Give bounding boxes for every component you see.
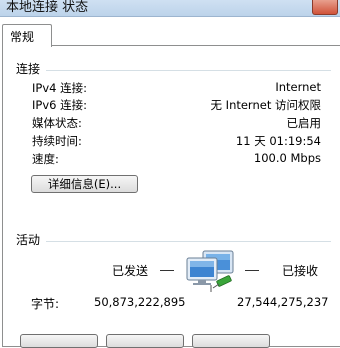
ipv6-label: IPv6 连接: [32,98,87,112]
disable-button[interactable] [106,334,184,348]
diagnose-button[interactable] [192,334,270,348]
duration-value: 11 天 01:19:54 [235,134,321,148]
media-state-value: 已启用 [286,116,322,130]
ipv6-value: 无 Internet 访问权限 [210,98,321,112]
properties-button[interactable] [20,334,98,348]
ipv4-label: IPv4 连接: [32,81,87,95]
ipv4-value: Internet [275,80,321,94]
sent-dash [160,270,174,271]
speed-value: 100.0 Mbps [253,151,321,165]
bytes-sent-value: 50,873,222,895 [94,295,186,309]
close-button[interactable] [312,0,338,15]
activity-separator [46,241,331,242]
bytes-label: 字节: [31,297,60,311]
details-button[interactable]: 详细信息(E)... [31,175,138,193]
activity-section-title: 活动 [16,233,41,247]
duration-label: 持续时间: [32,134,82,148]
network-activity-icon [186,250,234,292]
title-bar: 本地连接 状态 [0,0,340,17]
connection-separator [46,70,331,71]
tab-general[interactable]: 常规 [2,24,52,47]
bytes-received-value: 27,544,275,237 [237,295,329,309]
speed-label: 速度: [32,152,59,166]
sent-label: 已发送 [112,264,149,278]
connection-section-title: 连接 [16,62,41,76]
window-title: 本地连接 状态 [6,0,89,15]
tab-general-label: 常规 [10,30,35,44]
received-dash [245,270,259,271]
received-label: 已接收 [282,264,319,278]
media-state-label: 媒体状态: [32,116,82,130]
